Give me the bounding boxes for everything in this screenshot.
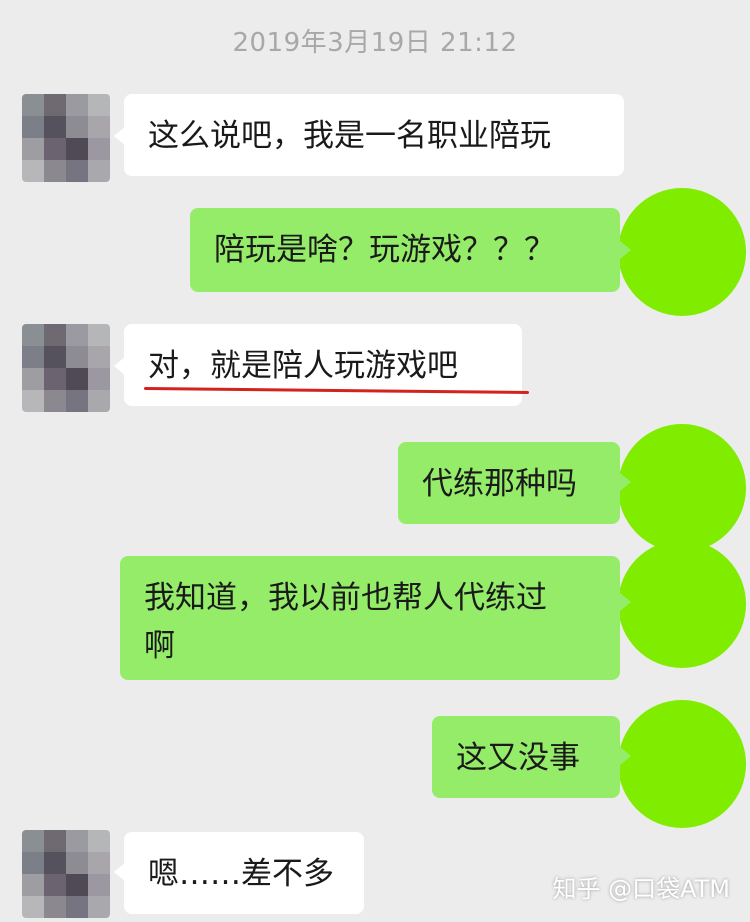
contact-avatar-icon[interactable] [22, 94, 110, 182]
contact-avatar-icon[interactable] [22, 324, 110, 412]
message-bubble-incoming[interactable]: 这么说吧，我是一名职业陪玩 [124, 94, 624, 176]
message-bubble-outgoing[interactable]: 这又没事 [432, 716, 620, 798]
message-bubble-incoming[interactable]: 嗯……差不多 [124, 832, 364, 914]
message-bubble-outgoing[interactable]: 我知道，我以前也帮人代练过 啊 [120, 556, 620, 680]
self-avatar-icon[interactable] [618, 424, 746, 552]
self-avatar-icon[interactable] [618, 700, 746, 828]
watermark: 知乎 @口袋ATM [552, 875, 730, 903]
timestamp: 2019年3月19日 21:12 [232, 28, 518, 58]
self-avatar-icon[interactable] [618, 540, 746, 668]
message-bubble-incoming[interactable]: 对，就是陪人玩游戏吧 [124, 324, 522, 406]
contact-avatar-icon[interactable] [22, 830, 110, 918]
self-avatar-icon[interactable] [618, 188, 746, 316]
message-bubble-outgoing[interactable]: 代练那种吗 [398, 442, 620, 524]
message-bubble-outgoing[interactable]: 陪玩是啥？玩游戏？？？ [190, 208, 620, 292]
